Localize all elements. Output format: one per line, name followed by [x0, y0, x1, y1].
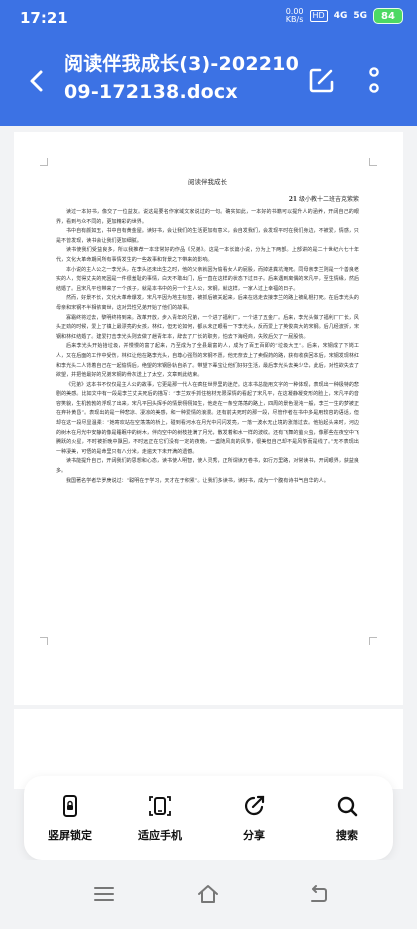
- edit-icon[interactable]: [306, 64, 338, 96]
- paragraph: 然而，好景不长，文化大革命爆发，宋凡平因为地主标签，被抓后被关起来，后来在逃走去…: [56, 295, 359, 311]
- document-viewer[interactable]: 阅读伴我成长 21 级小教十二班吉克紫紫 读过一本好书，像交了一位益友。说这是要…: [0, 126, 417, 789]
- portrait-lock-icon: [63, 795, 77, 817]
- status-time: 17:21: [20, 9, 68, 27]
- back-nav-icon[interactable]: [306, 882, 330, 906]
- search-button[interactable]: 搜索: [307, 794, 387, 843]
- paragraph: 读书使我们受益良多，所以我推荐一本非常好的作品《兄弟》。这是一本长篇小说，分为上…: [56, 247, 359, 263]
- net-speed: 0.00 KB/s: [285, 7, 304, 24]
- document-page: 阅读伴我成长 21 级小教十二班吉克紫紫 读过一本好书，像交了一位益友。说这是要…: [14, 132, 403, 705]
- paragraph: 读书能提升自己，开阔我们的思想和心态，读书使人明智，使人灵秀，正所谓读万卷书，如…: [56, 458, 359, 475]
- tool-label: 搜索: [336, 829, 358, 842]
- paragraph: 《兄弟》这本书不仅仅是主人公的故事，它更是那一代人在疯狂世界里的迷茫。这本书总能…: [56, 381, 360, 455]
- more-vertical-icon[interactable]: [360, 64, 388, 96]
- margin-mark: [369, 158, 377, 166]
- app-bar: 阅读伴我成长(3)-20221009-172138.docx: [0, 36, 417, 126]
- paragraph: 读过一本好书，像交了一位益友。说这是要名作家域文家说过的一句。确实如此，一本好的…: [56, 209, 359, 225]
- document-body: 阅读伴我成长 21 级小教十二班吉克紫紫 读过一本好书，像交了一位益友。说这是要…: [56, 176, 359, 486]
- tool-panel: 竖屏锁定 适应手机 分享 搜索: [24, 776, 393, 860]
- share-button[interactable]: 分享: [214, 794, 294, 843]
- tool-label: 适应手机: [138, 829, 182, 842]
- portrait-lock-button[interactable]: 竖屏锁定: [30, 794, 110, 843]
- tool-label: 竖屏锁定: [48, 829, 92, 842]
- document-heading: 阅读伴我成长: [188, 178, 227, 186]
- tool-label: 分享: [243, 829, 265, 842]
- document-author: 21 级小教十二班吉克紫紫: [288, 196, 359, 203]
- margin-mark: [40, 158, 48, 166]
- search-icon: [337, 796, 358, 817]
- back-arrow-icon[interactable]: [22, 66, 52, 96]
- hd-badge: HD: [309, 10, 328, 22]
- paragraph: 书中自有颜如玉，书中自有黄金屋。读好书，会让我们的生活更加有意义，会自发我们，会…: [56, 228, 359, 244]
- paragraph: 本小说的主人公之一李光头，在李头还未出生之时，他的父亲就因为偷看女人的屁股，而掉…: [56, 266, 360, 292]
- home-icon[interactable]: [196, 882, 220, 906]
- system-nav-bar: [0, 860, 417, 929]
- battery-icon: 84: [373, 8, 403, 24]
- fit-phone-icon: [149, 796, 171, 816]
- share-icon: [245, 795, 265, 816]
- paragraph: 后来李光头开始拾垃圾，并慢慢的富了起来，乃至成为了全县最富的人，成为了百王百即的…: [56, 343, 360, 379]
- margin-mark: [40, 637, 48, 645]
- signal-5g-icon: 5G: [353, 11, 367, 21]
- menu-icon[interactable]: [92, 882, 116, 906]
- margin-mark: [369, 637, 377, 645]
- paragraph: 我国著名学者华罗庚说过：“聪明在于学习，天才在于积累”。让我们多读书，读好书，成…: [66, 477, 329, 484]
- signal-4g-icon: 4G: [333, 11, 348, 21]
- status-bar: 17:21 0.00 KB/s HD 4G 5G 84: [0, 0, 417, 36]
- status-icons: 0.00 KB/s HD 4G 5G 84: [286, 8, 403, 24]
- paragraph: 寡霜终将过去，黎明终将到来。改革开放，步入青年的兄弟，一个进了福利厂，一个进了五…: [56, 314, 360, 340]
- document-title: 阅读伴我成长(3)-20221009-172138.docx: [64, 53, 299, 103]
- fit-phone-button[interactable]: 适应手机: [120, 794, 200, 843]
